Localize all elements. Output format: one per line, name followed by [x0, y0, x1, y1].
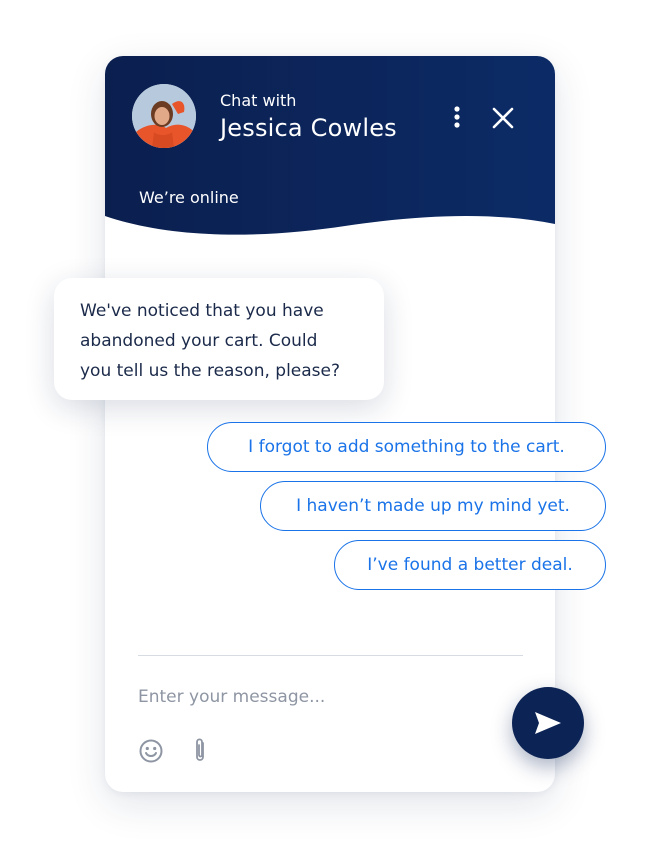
- paperclip-icon[interactable]: [190, 736, 210, 766]
- composer-divider: [138, 655, 523, 656]
- bot-message-line: We've noticed that you have: [80, 301, 324, 321]
- quick-reply-undecided[interactable]: I haven’t made up my mind yet.: [260, 481, 606, 531]
- online-status: We’re online: [139, 188, 239, 207]
- send-icon: [535, 712, 561, 734]
- send-button[interactable]: [512, 687, 584, 759]
- close-icon[interactable]: [489, 104, 517, 132]
- quick-reply-forgot-item[interactable]: I forgot to add something to the cart.: [207, 422, 606, 472]
- agent-name: Jessica Cowles: [220, 114, 397, 142]
- more-vertical-icon[interactable]: [447, 104, 467, 132]
- chat-with-label: Chat with: [220, 91, 297, 110]
- avatar: [132, 84, 196, 148]
- bot-message-line: abandoned your cart. Could: [80, 331, 318, 351]
- bot-message-line: you tell us the reason, please?: [80, 361, 341, 381]
- bot-message-bubble: We've noticed that you have abandoned yo…: [54, 278, 384, 400]
- message-input[interactable]: [138, 680, 498, 714]
- header-wave: [105, 215, 555, 246]
- smiley-icon[interactable]: [138, 738, 164, 764]
- chat-header: Chat with Jessica Cowles We’re online: [105, 56, 555, 246]
- quick-reply-better-deal[interactable]: I’ve found a better deal.: [334, 540, 606, 590]
